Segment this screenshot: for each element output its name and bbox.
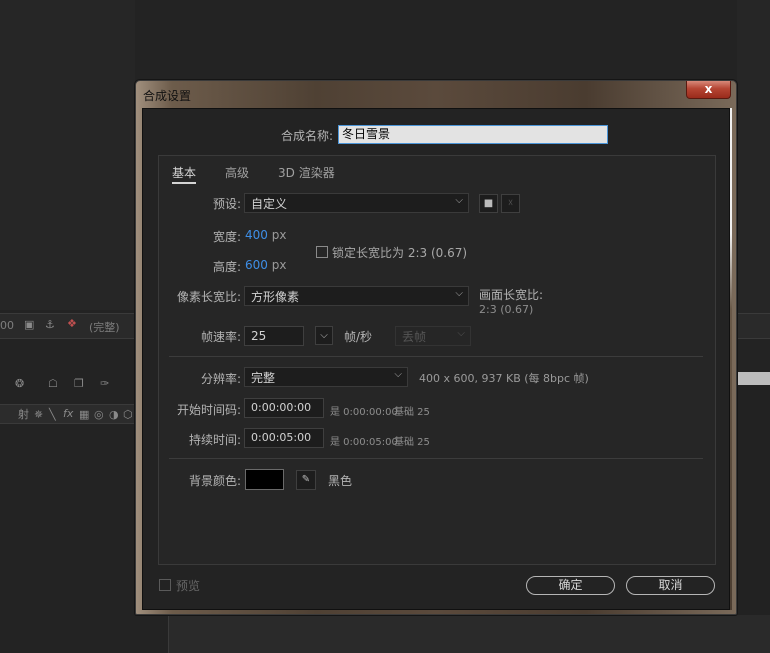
chevron-down-icon: ⌵ [457,328,465,339]
dialog-title: 合成设置 [143,89,192,103]
frame-aspect-label: 画面长宽比: [479,288,544,302]
preset-label: 预设: [212,197,241,211]
adjustment-layer-icon[interactable]: ◑ [109,409,119,420]
start-timecode-label: 开始时间码: [176,403,241,417]
preview-label: 预览 [176,579,201,593]
resolution-info: 400 x 600, 937 KB (每 8bpc 帧) [419,372,589,385]
collapse-switch-icon[interactable]: ✵ [34,409,43,420]
camera-icon[interactable]: ▣ [24,319,34,330]
pixel-aspect-label: 像素长宽比: [176,290,241,304]
tab-basic[interactable]: 基本 [172,164,197,184]
duration-label: 持续时间: [188,433,241,447]
separator [169,458,703,459]
eyedropper-icon: ✎ [301,474,311,485]
drop-frame-value: 丢帧 [402,330,427,344]
frame-aspect-value: 2:3 (0.67) [479,303,534,316]
resolution-value: 完整 [251,371,276,385]
hierarchy-icon[interactable]: ☖ [48,378,58,389]
save-preset-button[interactable]: ■ [479,194,498,213]
right-toolbar [737,313,770,339]
motion-blur-icon[interactable]: ◎ [94,409,104,420]
link-icon[interactable]: ✑ [100,378,109,389]
fx-switch-icon[interactable]: fx [63,408,73,419]
frame-rate-input[interactable]: 25 [244,326,304,346]
background-color-name: 黑色 [328,474,353,488]
eyedropper-button[interactable]: ✎ [296,470,316,490]
pixel-aspect-value: 方形像素 [251,290,300,304]
layer-area [0,425,135,653]
duration-info: 是 0:00:05:00 [330,437,398,448]
frame-rate-unit: 帧/秒 [344,330,373,344]
cancel-button[interactable]: 取消 [626,576,715,595]
delete-preset-button[interactable]: ☓ [501,194,520,213]
lock-aspect-label: 锁定长宽比为 2:3 (0.67) [332,246,468,260]
duration-input[interactable]: 0:00:05:00 [244,428,324,448]
left-panel-background [0,0,135,310]
background-color-swatch[interactable] [245,469,284,490]
tab-3d-renderer[interactable]: 3D 渲染器 [278,164,335,181]
dialog-body: 合成名称: 冬日雪景 基本 高级 3D 渲染器 预设: 自定义 ⌵ ■ ☓ 宽度… [142,108,730,610]
quality-switch-icon[interactable]: ╲ [49,409,56,420]
height-value[interactable]: 600 [245,258,268,272]
color-channels-icon[interactable]: ❖ [67,318,77,329]
save-preset-icon: ■ [483,198,494,209]
close-icon: x [704,82,713,96]
settings-panel: 基本 高级 3D 渲染器 预设: 自定义 ⌵ ■ ☓ 宽度: 400 px 高度… [158,155,716,565]
chevron-down-icon: ⌵ [394,369,402,380]
height-unit: px [271,258,287,272]
frame-blend-icon[interactable]: ▦ [79,409,89,420]
composition-settings-dialog: 合成设置 x 合成名称: 冬日雪景 基本 高级 3D 渲染器 预设: 自定义 ⌵… [135,80,737,615]
height-value-group: 600 px [245,258,286,272]
separator [169,356,703,357]
start-timecode-input[interactable]: 0:00:00:00 [244,398,324,418]
start-timecode-base: 基础 25 [394,407,430,418]
resolution-dropdown[interactable]: (完整) [89,319,120,335]
height-label: 高度: [212,260,241,274]
resolution-label: 分辨率: [200,372,241,386]
resolution-select[interactable]: 完整 ⌵ [244,367,408,387]
snapshot-icon[interactable]: ⚓ [45,319,55,330]
timeline-area [168,615,770,653]
timeline-header [0,340,135,403]
drop-frame-select: 丢帧 ⌵ [395,326,471,346]
frame-rate-dropdown[interactable]: ⌵ [315,326,333,345]
zoom-fragment: 00 [0,319,14,332]
chevron-down-icon: ⌵ [320,330,328,341]
chevron-down-icon: ⌵ [455,195,463,206]
lock-aspect-checkbox[interactable] [316,246,328,258]
width-label: 宽度: [212,230,241,244]
duration-base: 基础 25 [394,437,430,448]
layers-icon[interactable]: ❐ [74,378,84,389]
trash-icon: ☓ [507,198,514,209]
width-unit: px [271,228,287,242]
3d-layer-icon[interactable]: ⬡ [123,409,133,420]
shy-switch-icon[interactable]: 射 [18,409,29,420]
width-value-group: 400 px [245,228,286,242]
comp-name-input[interactable]: 冬日雪景 [338,125,608,144]
background-color-label: 背景颜色: [188,474,241,488]
width-value[interactable]: 400 [245,228,268,242]
new-comp-icon[interactable]: ❂ [15,378,24,389]
ok-button[interactable]: 确定 [526,576,615,595]
right-track-area [737,385,770,615]
preset-select[interactable]: 自定义 ⌵ [244,193,469,213]
chevron-down-icon: ⌵ [455,288,463,299]
preset-value: 自定义 [251,197,288,211]
close-button[interactable]: x [686,81,731,99]
right-panel-background [737,0,770,313]
pixel-aspect-select[interactable]: 方形像素 ⌵ [244,286,469,306]
frame-rate-label: 帧速率: [200,330,241,344]
right-ruler [737,372,770,385]
tab-advanced[interactable]: 高级 [225,164,249,181]
start-timecode-info: 是 0:00:00:00 [330,407,398,418]
comp-name-label: 合成名称: [280,129,333,143]
preview-checkbox[interactable] [159,579,171,591]
